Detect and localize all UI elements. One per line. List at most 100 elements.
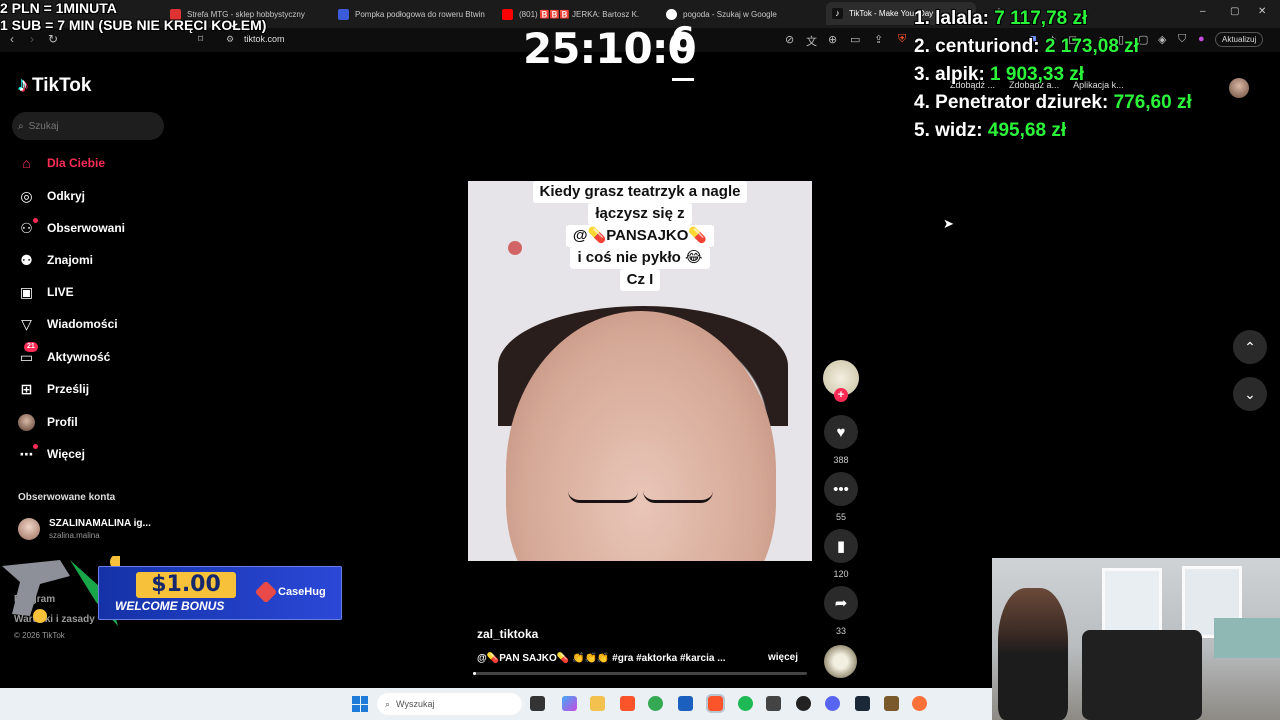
following-icon: ⚇	[18, 217, 38, 237]
video-player[interactable]: Kiedy grasz teatrzyk a nagle łączysz się…	[468, 181, 812, 561]
sidebar-item-live[interactable]: ▣ LIVE	[18, 281, 74, 303]
search-input[interactable]	[28, 120, 149, 132]
compass-icon: ◎	[20, 187, 33, 204]
copilot-icon[interactable]	[562, 696, 577, 711]
notepad-icon[interactable]	[766, 696, 781, 711]
share-icon[interactable]: ⇪	[874, 33, 883, 46]
promo-brand: CaseHug	[254, 580, 326, 604]
google-icon	[666, 8, 677, 20]
url-text[interactable]: tiktok.com	[244, 34, 285, 44]
forward-icon[interactable]: ›	[30, 32, 34, 46]
url-field[interactable]	[222, 31, 782, 49]
leaderboard-row: 3. alpik: 1 903,33 zł	[914, 64, 1085, 85]
cast-icon[interactable]: ▭	[850, 33, 860, 46]
zoom-icon[interactable]: ⊕	[828, 33, 837, 46]
comment-button[interactable]: ••• 55	[823, 472, 859, 522]
share-arrow-icon: ➦	[824, 586, 858, 620]
brave-shield-icon[interactable]: ⛨	[898, 33, 906, 46]
casehug-icon	[254, 580, 278, 604]
task-view-icon[interactable]	[530, 696, 545, 711]
next-video-button[interactable]: ⌄	[1233, 377, 1267, 411]
more-icon: ⋯	[18, 443, 38, 463]
chrome-icon[interactable]	[648, 696, 663, 711]
translate-icon[interactable]: 文	[806, 33, 817, 49]
youtube-icon	[502, 8, 513, 20]
cart-icon	[338, 8, 349, 20]
progress-fill	[473, 672, 477, 675]
browser-tab[interactable]: (801) 🅱️🅱️🅱️ JERKA: Bartosz K.	[502, 5, 652, 23]
spotify-icon[interactable]	[738, 696, 753, 711]
video-eye	[568, 491, 638, 503]
brave-active-icon[interactable]	[706, 694, 725, 713]
sidebar-item-messages[interactable]: ▽ Wiadomości	[18, 313, 117, 335]
tiktok-logo[interactable]: ♪ TikTok	[18, 74, 91, 97]
vpn-icon[interactable]: ⛉	[1178, 33, 1186, 46]
search-icon: ⌕	[385, 698, 391, 709]
sidebar-item-more[interactable]: ⋯ Więcej	[18, 443, 85, 465]
video-description: @💊PAN SAJKO💊 👏👏👏 #gra #aktorka #karcia .…	[477, 653, 726, 664]
tiktok-icon: ♪	[832, 8, 843, 19]
file-explorer-icon[interactable]	[590, 696, 605, 711]
profile-avatar[interactable]	[1229, 78, 1249, 98]
bookmark-icon[interactable]: ⌑	[198, 34, 203, 45]
comment-icon: •••	[824, 472, 858, 506]
upload-icon: ⊞	[20, 380, 33, 397]
obs-icon[interactable]	[796, 696, 811, 711]
notification-badge: 21	[24, 341, 38, 352]
profile-avatar-icon	[18, 413, 35, 431]
brave-icon[interactable]	[620, 696, 635, 711]
firefox-icon[interactable]	[912, 696, 927, 711]
site-info-icon[interactable]: ⚙	[226, 34, 234, 45]
activity-icon: ▭ 21	[18, 341, 38, 366]
taskbar-search[interactable]: ⌕ Wyszukaj	[377, 693, 522, 715]
sidebar-item-for-you[interactable]: ⌂ Dla Ciebie	[18, 152, 105, 174]
leaderboard-row: 5. widz: 495,68 zł	[914, 120, 1067, 141]
promo-banner: $1.00 WELCOME BONUS CaseHug	[0, 556, 344, 626]
leaderboard-row: 4. Penetrator dziurek: 776,60 zł	[914, 92, 1192, 113]
wallet-icon[interactable]: ◈	[1158, 33, 1166, 46]
follow-plus-icon[interactable]: +	[834, 388, 848, 402]
store-app-icon[interactable]	[678, 696, 693, 711]
promo-amount: $1.00	[136, 572, 236, 598]
video-eye	[643, 491, 713, 503]
windows-taskbar: ⌕ Wyszukaj	[0, 688, 992, 720]
save-button[interactable]: ▮ 120	[823, 529, 859, 579]
browser-tab[interactable]: Pompka podłogowa do roweru Btwin	[338, 5, 488, 23]
reload-icon[interactable]: ↻	[48, 32, 58, 46]
music-disc[interactable]	[824, 645, 857, 678]
followed-account[interactable]: SZALINAMALINA ig... szalina.malina	[18, 518, 151, 540]
search-box[interactable]: ⌕	[12, 112, 164, 140]
share-button[interactable]: ➦ 33	[823, 586, 859, 636]
home-icon: ⌂	[22, 155, 31, 171]
sidebar-item-friends[interactable]: ⚉ Znajomi	[18, 249, 93, 271]
messages-icon: ▽	[21, 315, 32, 332]
downloads-icon[interactable]: ▢	[1138, 33, 1148, 46]
subathon-timer: 25:10:0 6	[523, 20, 697, 81]
sidebar-item-profile[interactable]: Profil	[18, 411, 78, 433]
discord-icon[interactable]	[825, 696, 840, 711]
close-icon[interactable]: ✕	[1258, 6, 1266, 17]
game-icon[interactable]	[884, 696, 899, 711]
update-button[interactable]: Aktualizuj	[1215, 32, 1264, 47]
mute-icon[interactable]: ⊘	[785, 33, 794, 46]
minimize-icon[interactable]: –	[1200, 6, 1206, 17]
sidebar-item-explore[interactable]: ◎ Odkryj	[18, 185, 85, 207]
like-button[interactable]: ♥ 388	[823, 415, 859, 465]
webcam-feed	[992, 558, 1280, 720]
leaderboard-row: 1. lalala: 7 117,78 zł	[914, 8, 1088, 29]
followed-accounts-title: Obserwowane konta	[18, 492, 116, 503]
previous-video-button[interactable]: ⌃	[1233, 330, 1267, 364]
maximize-icon[interactable]: ▢	[1230, 6, 1239, 17]
steam-icon[interactable]	[855, 696, 870, 711]
leo-icon[interactable]: ●	[1198, 33, 1205, 45]
video-progress[interactable]	[473, 672, 807, 675]
video-author[interactable]: zal_tiktoka	[477, 627, 538, 641]
sidebar-item-following[interactable]: ⚇ Obserwowani	[18, 217, 125, 239]
sidebar-item-activity[interactable]: ▭ 21 Aktywność	[18, 341, 110, 368]
more-link[interactable]: więcej	[768, 652, 798, 663]
back-icon[interactable]: ‹	[10, 32, 14, 46]
windows-start-icon[interactable]	[352, 696, 368, 712]
stream-rules-overlay: 2 PLN = 1MINUTA 1 SUB = 7 MIN (SUB NIE K…	[0, 0, 267, 33]
sidebar-item-upload[interactable]: ⊞ Prześlij	[18, 378, 89, 400]
bookmark-icon: ▮	[824, 529, 858, 563]
